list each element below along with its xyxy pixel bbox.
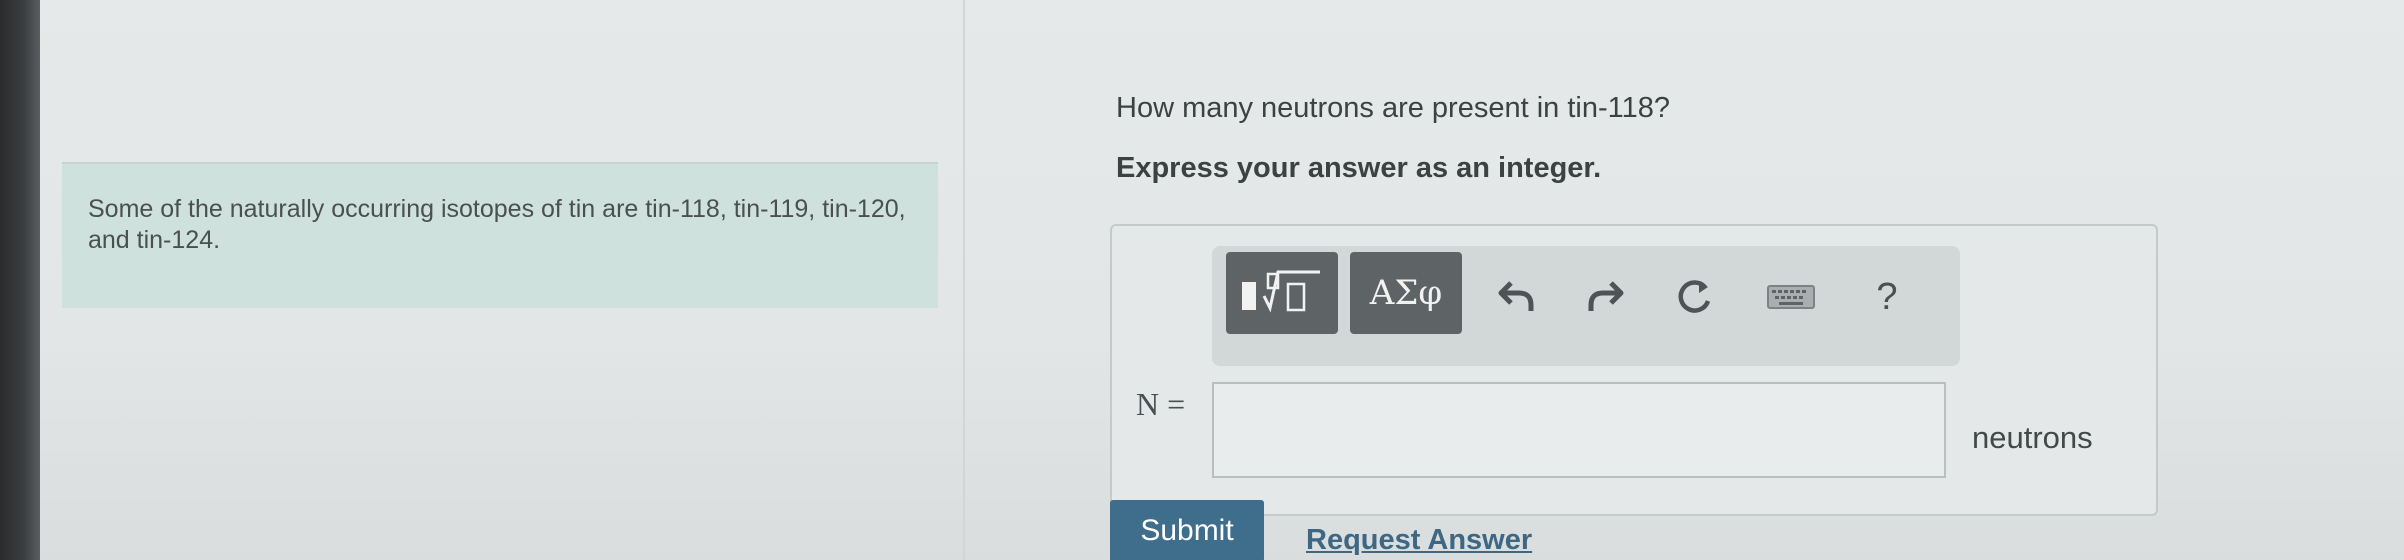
submit-button[interactable]: Submit (1110, 500, 1264, 560)
page: Some of the naturally occurring isotopes… (0, 0, 2404, 560)
column-divider (963, 0, 965, 560)
help-icon: ? (1876, 275, 1898, 318)
greek-symbols-button[interactable]: ΑΣφ (1350, 252, 1462, 334)
help-button[interactable]: ? (1862, 272, 1912, 322)
redo-icon (1588, 281, 1624, 311)
answer-input[interactable] (1212, 382, 1946, 478)
context-text: Some of the naturally occurring isotopes… (88, 195, 906, 254)
greek-symbols-label: ΑΣφ (1369, 273, 1443, 313)
screen-bezel (0, 0, 40, 560)
request-answer-link[interactable]: Request Answer (1306, 524, 1532, 557)
keyboard-button[interactable] (1766, 272, 1816, 322)
redo-button[interactable] (1580, 272, 1630, 322)
reset-icon (1678, 280, 1711, 313)
undo-icon (1498, 281, 1534, 311)
question-prompt: How many neutrons are present in tin-118… (1116, 92, 1670, 124)
reset-button[interactable] (1670, 272, 1720, 322)
unit-label: neutrons (1972, 420, 2093, 455)
context-panel: Some of the naturally occurring isotopes… (62, 162, 938, 308)
undo-button[interactable] (1492, 272, 1542, 322)
keyboard-icon (1767, 285, 1815, 309)
variable-label: N = (1136, 386, 1186, 422)
templates-icon (1240, 266, 1324, 321)
answer-instruction: Express your answer as an integer. (1116, 152, 1602, 184)
templates-button[interactable] (1226, 252, 1338, 334)
